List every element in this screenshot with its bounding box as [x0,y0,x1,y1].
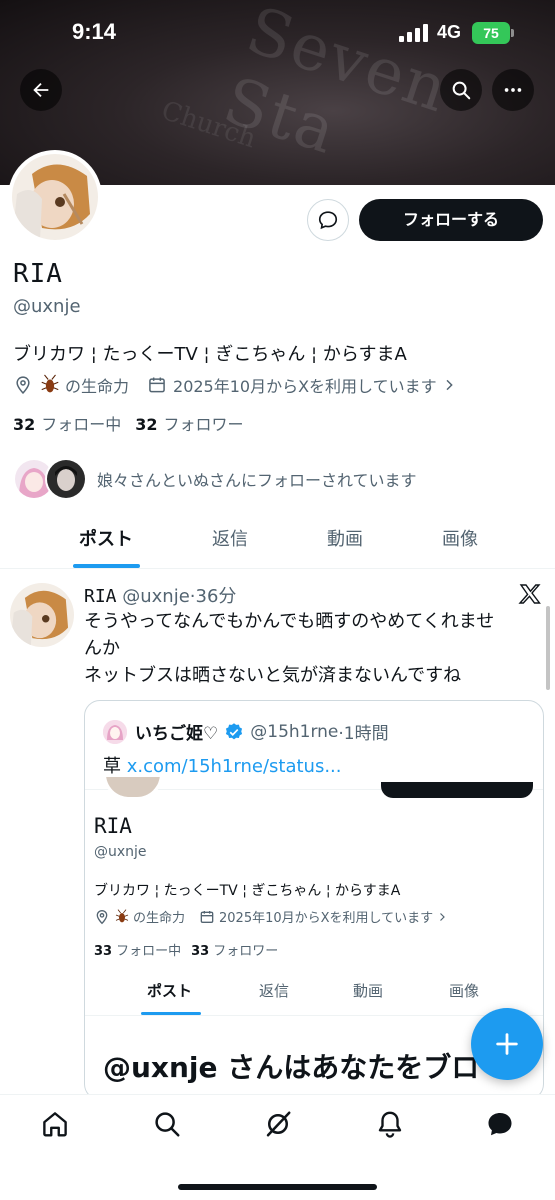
arrow-left-icon [33,82,49,98]
screenshot-tab-indicator [141,1012,201,1015]
status-time: 9:14 [72,19,117,44]
post-handle: @uxnje [122,586,190,607]
post-line-1: そうやってなんでもかんでも晒すのやめてくれませ [84,611,495,632]
profile-joined: 2025年10月からXを利用しています [173,377,437,396]
scrollbar[interactable] [546,606,550,690]
following-count: 32 [13,415,36,434]
screenshot-tab-replies: 返信 [259,982,290,1000]
profile-tabs: ポスト 返信 動画 画像 [0,516,555,569]
battery-icon: 75 [472,22,510,44]
tab-active-indicator [73,564,140,568]
followers-label: フォロワー [163,415,244,434]
post-author[interactable]: RIA [84,586,117,607]
compose-button[interactable] [471,1008,543,1080]
profile-handle: @uxnje [13,296,81,317]
post-avatar[interactable] [10,583,74,647]
bottom-navigation [0,1094,555,1200]
search-button[interactable] [440,69,482,111]
screenshot-followers-count: 33 [191,944,210,959]
calendar-icon [200,910,214,923]
status-bar: 9:14 4G 75 [0,0,555,66]
battery-level: 75 [483,25,499,41]
screenshot-blocked-notice: @uxnje さんはあなたをブロ [103,1051,480,1084]
screenshot-tabs: ポスト 返信 動画 画像 [85,976,543,1016]
home-icon[interactable] [40,1109,70,1139]
chevron-right-icon [440,912,446,921]
follow-counts: 32 フォロー中 32 フォロワー [13,411,244,435]
screenshot-handle: @uxnje [94,844,147,860]
more-icon [504,88,522,92]
cockroach-emoji-icon [41,374,59,393]
screenshot-joined: 2025年10月からXを利用しています [219,911,434,926]
search-icon [452,81,471,100]
avatar-illustration [12,154,98,240]
followers-link[interactable]: 32 フォロワー [135,411,243,435]
battery-nub [511,29,514,37]
screenshot-bio: ブリカワ ¦ たっくーTV ¦ ぎこちゃん ¦ からすまA [94,883,401,899]
search-icon[interactable] [152,1109,182,1139]
screenshot-avatar-fragment [103,774,163,800]
grok-icon[interactable] [263,1109,293,1139]
tab-posts[interactable]: ポスト [62,516,150,568]
screenshot-name: RIA [94,814,132,838]
location-icon [16,376,30,394]
followed-by-text: 娘々さんといぬさんにフォローされています [97,471,417,490]
plus-icon [496,1033,518,1055]
follow-button[interactable]: フォローする [359,199,543,241]
tab-replies[interactable]: 返信 [186,516,274,568]
following-label: フォロー中 [41,415,122,434]
chevron-right-icon[interactable] [441,377,457,393]
screenshot-tab-images: 画像 [449,982,480,1000]
tab-videos[interactable]: 動画 [301,516,389,568]
screenshot-tab-videos: 動画 [353,982,384,1000]
screenshot-counts: 33 フォロー中 33 フォロワー [94,940,278,959]
screenshot-following-label: フォロー中 [116,944,182,959]
notifications-bell-icon[interactable] [375,1109,405,1139]
screenshot-tab-posts: ポスト [147,982,193,1000]
location-icon [96,909,108,924]
screenshot-followers-label: フォロワー [213,944,279,959]
verified-badge-icon [226,722,243,739]
signal-icon [399,24,429,42]
home-indicator [178,1184,377,1190]
profile-location: の生命力 [65,377,130,396]
back-button[interactable] [20,69,62,111]
quote-header: いちご姫♡ @15h1rne ·1時間 [103,719,389,744]
profile-avatar[interactable] [8,150,102,244]
more-button[interactable] [492,69,534,111]
post-text: そうやってなんでもかんでも晒すのやめてくれませ んか ネットブスは晒さないと気が… [84,608,544,689]
post-line-2: んか [84,638,120,659]
screenshot-button-fragment [381,782,533,798]
post-time: ·36分 [189,586,237,607]
following-link[interactable]: 32 フォロー中 [13,411,121,435]
profile-name: RIA [13,259,63,289]
network-type: 4G [437,22,462,42]
screenshot-meta: の生命力 2025年10月からXを利用しています [94,907,448,926]
quote-time: ·1時間 [338,724,389,744]
messages-icon[interactable] [485,1109,515,1139]
profile-bio: ブリカワ ¦ たっくーTV ¦ ぎこちゃん ¦ からすまA [13,344,407,365]
quote-avatar [103,719,127,744]
screenshot-following-count: 33 [94,944,113,959]
screenshot-location: の生命力 [133,911,186,926]
post-line-3: ネットブスは晒さないと気が済まないんですね [84,665,462,686]
chat-icon [318,211,338,230]
cockroach-emoji-icon [115,908,129,922]
quote-handle: @15h1rne [250,721,339,742]
followed-by-row[interactable]: 娘々さんといぬさんにフォローされています [13,456,417,502]
x-logo-icon [518,584,541,604]
followers-count: 32 [135,415,158,434]
quote-author: いちご姫♡ [135,724,219,744]
follower-avatar-2 [45,458,87,500]
profile-meta: の生命力 2025年10月からXを利用しています [13,372,457,398]
tab-images[interactable]: 画像 [416,516,504,568]
post-header: RIA @uxnje·36分 [84,582,236,608]
calendar-icon [149,377,165,393]
message-button[interactable] [307,199,349,241]
